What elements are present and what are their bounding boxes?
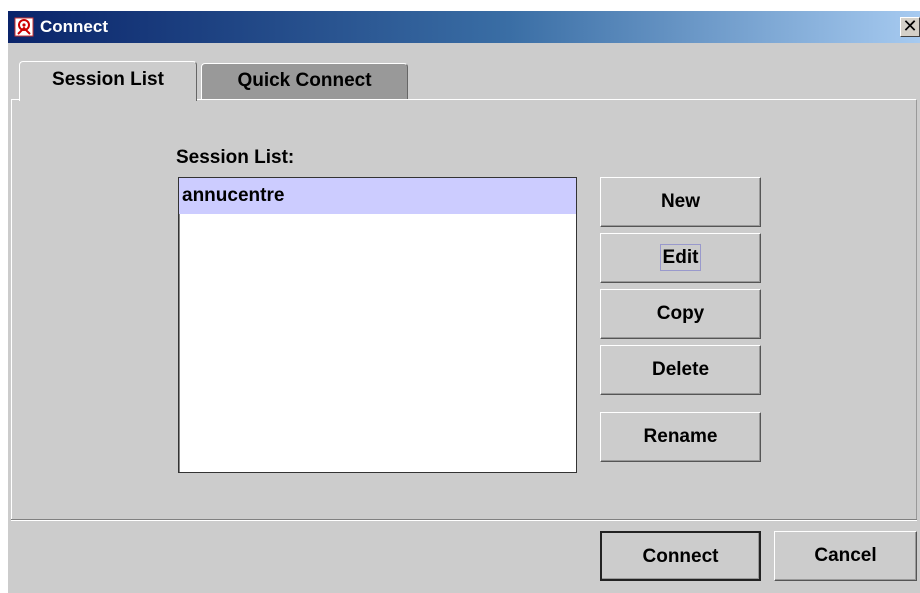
footer-divider <box>11 519 917 521</box>
tab-session-list[interactable]: Session List <box>19 61 197 101</box>
title-bar[interactable]: Connect ✕ <box>8 11 920 43</box>
window-title: Connect <box>40 17 108 36</box>
connect-dialog: Connect ✕ Session List Quick Connect Ses… <box>8 11 920 593</box>
connect-button[interactable]: Connect <box>600 531 761 581</box>
close-icon: ✕ <box>902 16 918 36</box>
close-button[interactable]: ✕ <box>900 17 920 37</box>
edit-button[interactable]: Edit <box>600 233 761 283</box>
copy-button[interactable]: Copy <box>600 289 761 339</box>
app-logo-icon <box>14 17 34 37</box>
tab-quick-connect[interactable]: Quick Connect <box>201 63 408 99</box>
delete-button[interactable]: Delete <box>600 345 761 395</box>
cancel-button[interactable]: Cancel <box>774 531 917 581</box>
edit-label: Edit <box>659 244 702 271</box>
new-button[interactable]: New <box>600 177 761 227</box>
session-listbox[interactable]: annucentre <box>178 177 577 473</box>
session-list-label: Session List: <box>176 147 295 168</box>
rename-button[interactable]: Rename <box>600 412 761 462</box>
list-item[interactable]: annucentre <box>179 178 576 214</box>
